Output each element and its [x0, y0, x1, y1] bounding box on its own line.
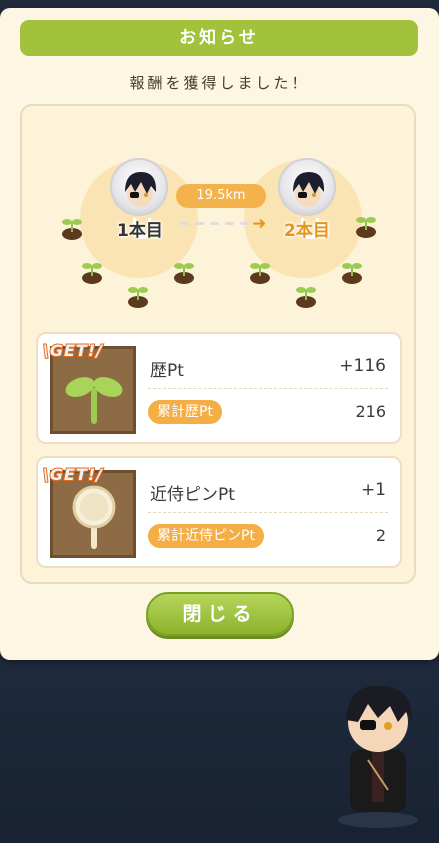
sprout-icon: [174, 263, 194, 284]
sprout-icon: [65, 377, 123, 424]
reward-thumbnail: \GET!/: [42, 340, 136, 434]
reward-gain: +1: [360, 480, 386, 500]
divider: [148, 388, 388, 389]
reward-gain: +116: [339, 356, 386, 376]
distance-badge: 19.5km: [176, 184, 266, 208]
route-start-label: 1本目: [117, 221, 163, 241]
mascot-character: [338, 685, 418, 828]
total-value: 2: [375, 526, 386, 545]
sprout-icon: [356, 217, 376, 238]
character-pin-start: [110, 158, 168, 216]
reward-name: 近侍ピンPt: [150, 485, 235, 505]
sprout-icon: [342, 263, 362, 284]
sprout-icon: [62, 219, 82, 240]
arrow-right-icon: ➜: [252, 214, 267, 234]
sprout-icon: [82, 263, 102, 284]
route-map: 1本目 2本目 19.5km ➜: [22, 106, 414, 316]
reward-card: \GET!/ 歴Pt +116 累計歴Pt 216: [36, 332, 402, 444]
sprout-icon: [296, 287, 316, 308]
reward-card: \GET!/ 近侍ピンPt +1 累計近侍ピンPt 2: [36, 456, 402, 568]
close-button[interactable]: 閉じる: [146, 592, 294, 636]
total-value: 216: [355, 402, 386, 421]
reward-dialog: お知らせ 報酬を獲得しました！ 1本目 2本目 19.5km ➜ \GET!/ …: [0, 8, 439, 660]
route-dash: [180, 222, 189, 225]
route-dash: [240, 222, 249, 225]
dialog-title: お知らせ: [20, 20, 418, 56]
sprout-icon: [128, 287, 148, 308]
reward-name: 歴Pt: [150, 361, 184, 381]
route-dash: [210, 222, 219, 225]
character-face-icon: [293, 172, 325, 207]
total-label-badge: 累計近侍ピンPt: [148, 524, 264, 548]
sprout-icon: [250, 263, 270, 284]
route-dash: [195, 222, 204, 225]
reward-thumbnail: \GET!/: [42, 464, 136, 558]
character-pin-end: [278, 158, 336, 216]
total-label-badge: 累計歴Pt: [148, 400, 222, 424]
pin-icon: [72, 485, 116, 549]
dialog-subtitle: 報酬を獲得しました！: [129, 74, 310, 92]
route-end-label: 2本目: [284, 221, 330, 241]
get-badge: \GET!/: [42, 464, 103, 485]
route-dash: [225, 222, 234, 225]
character-face-icon: [125, 172, 157, 207]
reward-panel: 1本目 2本目 19.5km ➜ \GET!/ 歴Pt +116 累計歴Pt 2…: [20, 104, 416, 584]
get-badge: \GET!/: [42, 340, 103, 361]
divider: [148, 512, 388, 513]
